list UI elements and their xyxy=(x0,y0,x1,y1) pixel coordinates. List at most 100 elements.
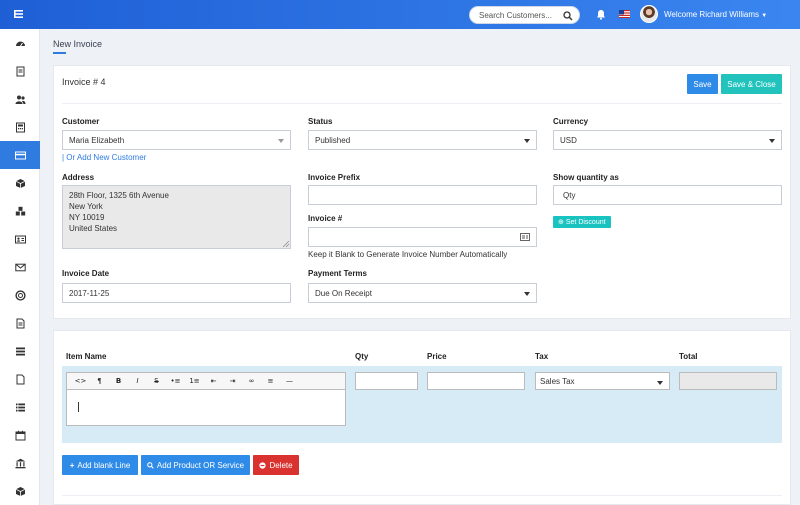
plus-circle-icon: ⊕ xyxy=(558,219,564,226)
strikethrough-button[interactable]: S xyxy=(147,374,166,388)
add-blank-line-label: Add blank Line xyxy=(77,460,131,470)
item-name-editor[interactable]: <> ¶ B I S •≡ 1≡ ⇤ ⇥ ∞ ≡ — xyxy=(66,372,346,426)
invoice-number-help: Keep it Blank to Generate Invoice Number… xyxy=(308,250,508,259)
delete-button[interactable]: Delete xyxy=(253,455,299,475)
sidebar-item-inventory[interactable] xyxy=(0,197,40,225)
sidebar xyxy=(0,29,40,505)
horizontal-rule-button[interactable]: — xyxy=(280,374,299,388)
customer-value: Maria Elizabeth xyxy=(69,135,125,145)
plus-icon: + xyxy=(69,460,75,470)
payment-terms-value: Due On Receipt xyxy=(315,288,372,298)
currency-value: USD xyxy=(560,135,577,145)
chevron-down-icon: ▼ xyxy=(761,13,768,19)
sidebar-item-documents[interactable] xyxy=(0,57,40,85)
price-input[interactable] xyxy=(427,372,525,390)
link-button[interactable]: ∞ xyxy=(242,374,261,388)
sidebar-item-calculator[interactable] xyxy=(0,113,40,141)
total-header: Total xyxy=(679,352,698,361)
divider xyxy=(62,495,782,496)
sidebar-item-products[interactable] xyxy=(0,169,40,197)
calendar-icon xyxy=(15,430,25,440)
tax-header: Tax xyxy=(535,352,549,361)
add-blank-line-button[interactable]: + Add blank Line xyxy=(62,455,138,475)
currency-select[interactable]: USD xyxy=(553,130,782,150)
qty-input[interactable] xyxy=(355,372,418,390)
page-title: New Invoice xyxy=(53,39,103,49)
top-bar: Search Customers... Welcome Richard Will… xyxy=(0,0,800,29)
tasks-icon xyxy=(15,403,25,411)
list-icon xyxy=(15,347,25,355)
sidebar-item-files[interactable] xyxy=(0,365,40,393)
add-new-customer-link[interactable]: | Or Add New Customer xyxy=(62,153,146,162)
file-text-icon xyxy=(16,318,24,328)
search-icon[interactable] xyxy=(563,11,573,21)
invoice-prefix-input[interactable] xyxy=(308,185,537,205)
cube-icon xyxy=(15,178,25,188)
currency-label: Currency xyxy=(553,117,589,126)
save-button[interactable]: Save xyxy=(687,74,718,94)
file-icon xyxy=(16,374,24,384)
minus-circle-icon xyxy=(259,461,267,469)
address-line: New York xyxy=(69,202,103,211)
show-quantity-input[interactable]: Qty xyxy=(553,185,782,205)
customer-select[interactable]: Maria Elizabeth xyxy=(62,130,291,150)
indent-button[interactable]: ⇥ xyxy=(223,374,242,388)
invoice-date-input[interactable]: 2017-11-25 xyxy=(62,283,291,303)
sidebar-item-packages[interactable] xyxy=(0,477,40,505)
qty-header: Qty xyxy=(355,352,369,361)
text-cursor xyxy=(78,402,79,412)
address-line: United States xyxy=(69,224,118,233)
cubes-icon xyxy=(15,206,25,215)
address-textarea[interactable]: 28th Floor, 1325 6th Avenue New York NY … xyxy=(62,185,291,249)
welcome-text: Welcome Richard Williams xyxy=(664,10,759,19)
bulleted-list-button[interactable]: •≡ xyxy=(166,374,185,388)
italic-button[interactable]: I xyxy=(128,374,147,388)
menu-toggle-icon[interactable] xyxy=(14,10,23,18)
total-input xyxy=(679,372,777,390)
set-discount-label: Set Discount xyxy=(565,218,606,226)
customer-label: Customer xyxy=(62,117,100,126)
bold-button[interactable]: B xyxy=(109,374,128,388)
box-icon xyxy=(15,486,25,496)
outdent-button[interactable]: ⇤ xyxy=(204,374,223,388)
show-quantity-label: Show quantity as xyxy=(553,173,619,182)
bank-icon xyxy=(15,458,25,468)
sidebar-item-contacts[interactable] xyxy=(0,225,40,253)
sidebar-item-mail[interactable] xyxy=(0,253,40,281)
set-discount-button[interactable]: ⊕ Set Discount xyxy=(553,216,611,228)
invoice-number-input[interactable] xyxy=(308,227,537,247)
tax-select[interactable]: Sales Tax xyxy=(535,372,670,390)
document-icon xyxy=(16,66,24,76)
add-product-button[interactable]: Add Product OR Service xyxy=(141,455,250,475)
sidebar-item-customers[interactable] xyxy=(0,85,40,113)
us-flag-icon[interactable] xyxy=(619,10,630,18)
address-label: Address xyxy=(62,173,95,182)
code-view-button[interactable]: <> xyxy=(71,374,90,388)
paragraph-button[interactable]: ¶ xyxy=(90,374,109,388)
numbered-list-button[interactable]: 1≡ xyxy=(185,374,204,388)
bell-icon[interactable] xyxy=(596,9,606,20)
sidebar-item-support[interactable] xyxy=(0,281,40,309)
sidebar-item-bank[interactable] xyxy=(0,449,40,477)
item-name-header: Item Name xyxy=(66,352,107,361)
save-close-button[interactable]: Save & Close xyxy=(721,74,782,94)
invoice-number-label: Invoice # xyxy=(308,214,343,223)
align-button[interactable]: ≡ xyxy=(261,374,280,388)
search-icon xyxy=(147,461,154,469)
status-label: Status xyxy=(308,117,333,126)
sidebar-item-invoices[interactable] xyxy=(0,141,40,169)
search-box[interactable]: Search Customers... xyxy=(469,6,580,24)
payment-terms-select[interactable]: Due On Receipt xyxy=(308,283,537,303)
calculator-icon xyxy=(15,122,25,132)
sidebar-item-reports[interactable] xyxy=(0,309,40,337)
search-input[interactable]: Search Customers... xyxy=(479,11,552,20)
status-select[interactable]: Published xyxy=(308,130,537,150)
sidebar-item-calendar[interactable] xyxy=(0,421,40,449)
sidebar-item-dashboard[interactable] xyxy=(0,29,40,57)
sidebar-item-lists[interactable] xyxy=(0,337,40,365)
avatar[interactable] xyxy=(640,5,658,23)
resize-handle-icon[interactable] xyxy=(283,241,289,247)
user-menu[interactable]: Welcome Richard Williams ▼ xyxy=(664,10,767,19)
sidebar-item-tasks[interactable] xyxy=(0,393,40,421)
invoice-prefix-label: Invoice Prefix xyxy=(308,173,361,182)
